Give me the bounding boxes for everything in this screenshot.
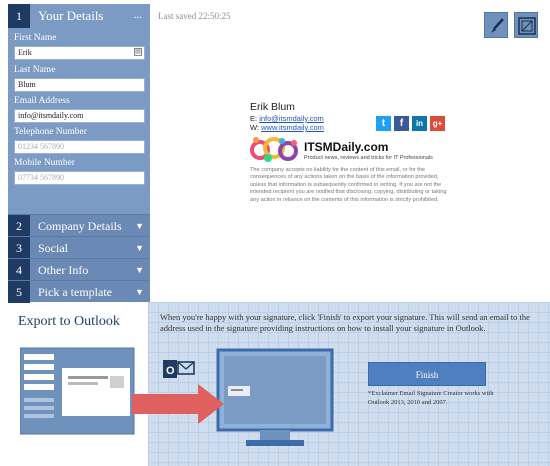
twitter-icon[interactable]: t xyxy=(376,116,391,131)
facebook-icon[interactable]: f xyxy=(394,116,409,131)
email-label: Email Address xyxy=(14,96,70,106)
step-number: 4 xyxy=(8,259,30,281)
last-saved-status: Last saved 22:50:25 xyxy=(158,11,231,21)
chevron-down-icon: ▼ xyxy=(135,221,144,231)
step-1-header[interactable]: 1 Your Details ... xyxy=(8,4,150,28)
section-social[interactable]: 3 Social ▼ xyxy=(8,236,150,259)
sidebar: 1 Your Details ... First Name Erik ▤ Las… xyxy=(8,4,150,303)
mobile-label: Mobile Number xyxy=(14,158,75,168)
more-icon[interactable]: ... xyxy=(134,4,142,26)
step-number: 5 xyxy=(8,281,30,303)
mobile-field[interactable]: 07734 567890 xyxy=(14,171,145,185)
section-label: Social xyxy=(38,241,68,255)
step-number: 2 xyxy=(8,215,30,237)
section-label: Pick a template xyxy=(38,285,112,299)
outlook-compatibility-note: *Exclaimer Email Signature Creator works… xyxy=(368,390,494,406)
section-label: Other Info xyxy=(38,263,89,277)
web-prefix: W: xyxy=(250,123,260,132)
step-number: 3 xyxy=(8,237,30,259)
section-label: Company Details xyxy=(38,219,122,233)
contact-card-icon[interactable]: ▤ xyxy=(134,48,142,56)
chevron-down-icon: ▼ xyxy=(135,265,144,275)
section-pick-template[interactable]: 5 Pick a template ▼ xyxy=(8,280,150,303)
step-title: Your Details xyxy=(38,8,104,23)
style-brush-button[interactable] xyxy=(484,12,508,38)
email-prefix: E: xyxy=(250,114,258,123)
step-number: 1 xyxy=(8,4,30,28)
brand-name: ITSMDaily.com xyxy=(304,140,389,154)
layout-icon xyxy=(518,17,536,35)
telephone-label: Telephone Number xyxy=(14,127,87,137)
first-name-label: First Name xyxy=(14,33,57,43)
export-instructions: When you're happy with your signature, c… xyxy=(160,312,530,333)
first-name-field[interactable]: Erik xyxy=(14,46,145,60)
template-layout-button[interactable] xyxy=(514,12,538,38)
finish-button[interactable]: Finish xyxy=(368,362,486,386)
telephone-field[interactable]: 01234 567890 xyxy=(14,140,145,154)
svg-text:O: O xyxy=(166,365,175,377)
signature-name: Erik Blum xyxy=(250,101,295,113)
section-company-details[interactable]: 2 Company Details ▼ xyxy=(8,214,150,237)
googleplus-icon[interactable]: g+ xyxy=(430,116,445,131)
itsm-logo-icon xyxy=(250,137,298,162)
last-name-field[interactable]: Blum xyxy=(14,78,145,92)
email-field[interactable]: info@itsmdaily.com xyxy=(14,109,145,123)
signature-web-link[interactable]: www.itsmdaily.com xyxy=(261,123,324,132)
chevron-down-icon: ▼ xyxy=(135,243,144,253)
linkedin-icon[interactable]: in xyxy=(412,116,427,131)
signature-email-line: E: info@itsmdaily.com xyxy=(250,114,324,123)
chevron-down-icon: ▼ xyxy=(135,287,144,297)
signature-web-line: W: www.itsmdaily.com xyxy=(250,123,324,132)
section-other-info[interactable]: 4 Other Info ▼ xyxy=(8,258,150,281)
brand-tagline: Product news, reviews and tricks for IT … xyxy=(304,155,433,161)
signature-email-link[interactable]: info@itsmdaily.com xyxy=(259,114,324,123)
last-name-label: Last Name xyxy=(14,65,56,75)
brush-icon xyxy=(491,18,504,33)
signature-disclaimer: The company accepts no liability for the… xyxy=(250,167,447,203)
export-arrow xyxy=(132,384,224,424)
export-title: Export to Outlook xyxy=(18,314,120,329)
